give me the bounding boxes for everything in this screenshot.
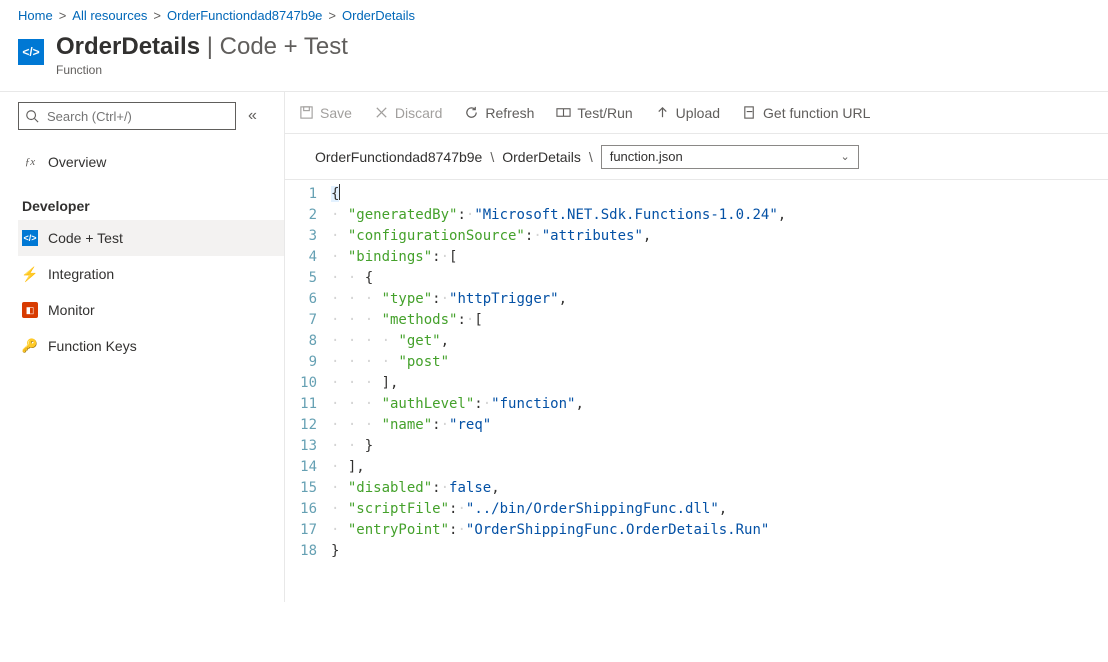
toolbar-label: Test/Run bbox=[577, 105, 632, 121]
refresh-button[interactable]: Refresh bbox=[464, 105, 534, 121]
function-glyph-icon: </> bbox=[18, 39, 44, 65]
path-seg-app: OrderFunctiondad8747b9e bbox=[315, 149, 482, 165]
search-field[interactable] bbox=[45, 108, 229, 125]
path-seg-func: OrderDetails bbox=[502, 149, 581, 165]
collapse-sidebar-button[interactable]: « bbox=[248, 107, 257, 125]
code-test-icon: </> bbox=[22, 230, 38, 246]
sidebar-item-label: Code + Test bbox=[48, 230, 123, 246]
code-content[interactable]: {· "generatedBy":·"Microsoft.NET.Sdk.Fun… bbox=[331, 184, 786, 562]
bolt-icon: ⚡ bbox=[22, 266, 38, 282]
sidebar-item-label: Integration bbox=[48, 266, 114, 282]
toolbar-label: Refresh bbox=[485, 105, 534, 121]
page-header: </> OrderDetails | Code + Test Function bbox=[0, 27, 1108, 91]
sidebar-item-label: Monitor bbox=[48, 302, 95, 318]
discard-button[interactable]: Discard bbox=[374, 105, 442, 121]
sidebar-item-monitor[interactable]: ◧ Monitor bbox=[18, 292, 284, 328]
chevron-right-icon: > bbox=[328, 8, 336, 23]
chevron-right-icon: > bbox=[153, 8, 161, 23]
crumb-home[interactable]: Home bbox=[18, 8, 53, 23]
page-title: OrderDetails | Code + Test bbox=[56, 33, 348, 61]
sidebar-item-code-test[interactable]: </> Code + Test bbox=[18, 220, 284, 256]
url-icon bbox=[742, 105, 757, 120]
file-select-value: function.json bbox=[610, 149, 683, 164]
chevron-right-icon: > bbox=[59, 8, 67, 23]
refresh-icon bbox=[464, 105, 479, 120]
toolbar-label: Get function URL bbox=[763, 105, 870, 121]
upload-button[interactable]: Upload bbox=[655, 105, 720, 121]
search-input[interactable] bbox=[18, 102, 236, 130]
toolbar-label: Save bbox=[320, 105, 352, 121]
toolbar: Save Discard Refresh Test/Run Upload Get… bbox=[285, 92, 1108, 134]
page-title-main: OrderDetails bbox=[56, 33, 200, 60]
get-function-url-button[interactable]: Get function URL bbox=[742, 105, 870, 121]
save-button[interactable]: Save bbox=[299, 105, 352, 121]
test-run-button[interactable]: Test/Run bbox=[556, 105, 632, 121]
crumb-current[interactable]: OrderDetails bbox=[342, 8, 415, 23]
toolbar-label: Discard bbox=[395, 105, 442, 121]
monitor-icon: ◧ bbox=[22, 302, 38, 318]
sidebar-item-label: Function Keys bbox=[48, 338, 137, 354]
toolbar-label: Upload bbox=[676, 105, 720, 121]
sidebar-item-overview[interactable]: ƒx Overview bbox=[18, 144, 284, 180]
sidebar-item-function-keys[interactable]: 🔑 Function Keys bbox=[18, 328, 284, 364]
search-icon bbox=[25, 109, 39, 123]
overview-icon: ƒx bbox=[22, 154, 38, 170]
crumb-functionapp[interactable]: OrderFunctiondad8747b9e bbox=[167, 8, 322, 23]
page-title-sep: | bbox=[200, 33, 220, 60]
chevron-down-icon: ⌄ bbox=[841, 150, 850, 163]
path-sep: \ bbox=[490, 149, 494, 165]
sidebar-item-integration[interactable]: ⚡ Integration bbox=[18, 256, 284, 292]
test-run-icon bbox=[556, 105, 571, 120]
content-pane: Save Discard Refresh Test/Run Upload Get… bbox=[284, 92, 1108, 602]
upload-icon bbox=[655, 105, 670, 120]
close-icon bbox=[374, 105, 389, 120]
sidebar: « ƒx Overview Developer </> Code + Test … bbox=[0, 92, 284, 602]
line-number-gutter: 123456789101112131415161718 bbox=[285, 184, 331, 562]
file-select-dropdown[interactable]: function.json ⌄ bbox=[601, 145, 859, 169]
save-icon bbox=[299, 105, 314, 120]
crumb-allresources[interactable]: All resources bbox=[72, 8, 147, 23]
page-title-sub: Code + Test bbox=[220, 33, 348, 60]
key-icon: 🔑 bbox=[22, 338, 38, 354]
resource-type-label: Function bbox=[56, 63, 348, 77]
sidebar-section-developer: Developer bbox=[18, 180, 284, 220]
breadcrumb: Home > All resources > OrderFunctiondad8… bbox=[0, 0, 1108, 27]
sidebar-item-label: Overview bbox=[48, 154, 106, 170]
code-editor[interactable]: 123456789101112131415161718 {· "generate… bbox=[285, 180, 1108, 602]
path-sep: \ bbox=[589, 149, 593, 165]
file-path-bar: OrderFunctiondad8747b9e \ OrderDetails \… bbox=[285, 134, 1108, 180]
